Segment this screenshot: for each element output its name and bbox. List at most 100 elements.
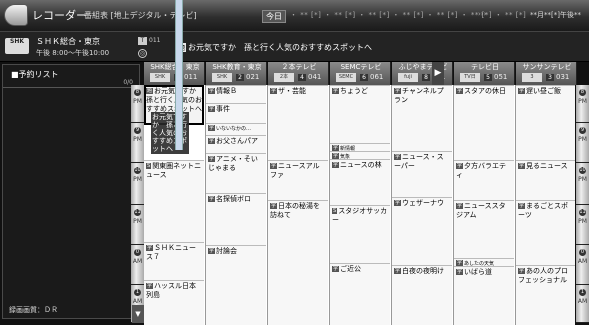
program-tag: 字 [332,88,340,94]
hour-label: 11 PM [576,205,589,245]
program-cell[interactable]: 字いばら道 [454,266,514,325]
channel-header[interactable]: SHK教育・東京 SHK 2 021 [206,62,267,85]
program-tag: 字 [456,163,464,169]
program-tag: 字 [456,269,464,275]
program-tag: S [332,208,338,214]
program-title: いないなかの… [216,126,252,132]
epg-app: { "topbar": { "app_title": "レコーダー", "bre… [0,0,589,325]
recording-quality: 録画画質：ＤＲ [9,306,58,314]
program-cell[interactable]: 字ニューススタジアム [454,200,514,258]
program-cell[interactable]: 字日本の秘湯を訪ねて [268,200,328,325]
recorder-icon [4,4,28,26]
program-cell[interactable]: S スタジオサッカー [330,205,390,263]
date-strip[interactable]: ・ ** [*] ・ ** [*] ・ ** [*] ・ ** [*] ・ **… [290,10,526,20]
program-cell[interactable]: 字気象 [330,151,390,159]
next-days-arrow-icon[interactable]: ››› [478,10,486,18]
hour-number: 9 [579,127,586,134]
program-cell[interactable]: 字スタアの休日 [454,85,514,160]
program-cell[interactable]: 字チャンネルプラン [392,85,452,151]
channel-name: SHK教育・東京 [212,63,262,71]
program-cell[interactable]: 字見るニュース [516,160,575,200]
program-title: 名探偵ボロ [216,195,252,203]
program-cell[interactable]: 字あの人のプロフェッショナル [516,265,575,325]
hour-label: 8 PM [576,85,589,123]
channel-key: 5 [484,74,492,81]
program-cell[interactable]: 字ニュースアルファ [268,160,328,200]
channel-key: 2 [236,74,244,81]
program-cell[interactable]: 字白夜の夜明け [392,265,452,325]
app-title: レコーダー [32,9,87,22]
hour-number: 11 [134,209,141,216]
hour-label: 9 PM [576,123,589,163]
hour-label: 10 PM [131,163,144,205]
program-cell[interactable]: 字討論会 [206,245,266,325]
program-title: ちょうど [340,87,369,95]
program-cell[interactable]: 字ザ・芸能 [268,85,328,160]
hour-number: 11 [579,209,586,216]
info-time-range: 午後 8:00〜午後10:00 [36,49,110,57]
am-pm-label: PM [578,136,587,143]
program-title: 関東圏ネットニュース [146,162,202,179]
program-cell[interactable]: 字ウェザーナウ [392,197,452,265]
channel-logo-icon: 3 [522,73,542,82]
program-tag: 字 [208,106,216,112]
program-cell[interactable]: 字 ＳＨＫニュース７ [144,242,204,280]
channel-name: サンサンテレビ [522,63,572,71]
next-channels-button[interactable]: ▶ [432,62,444,85]
info-channel-name: ＳＨＫ総合・東京 [36,37,100,46]
program-cell[interactable]: S 関東圏ネットニュース [144,160,204,242]
program-title: ニュース・スーパー [394,153,444,170]
program-cell[interactable]: 字夕方バラエティ [454,160,514,200]
program-cell[interactable]: 字まるごとスポーツ [516,200,575,265]
channel-header[interactable]: ２本テレビ 2本 4 041 [268,62,329,85]
channel-logo-icon: TV日 [460,73,480,82]
program-cell[interactable]: 字ニュースの林 [330,159,390,205]
channel-logo-icon: SHK [212,73,232,82]
program-cell[interactable]: 字ちょうど [330,85,390,143]
channel-header[interactable]: テレビ日 TV日 5 051 [454,62,515,85]
divider [3,87,139,88]
program-cell[interactable]: 字あしたの天気 [454,258,514,266]
program-cell[interactable]: 字いないなかの… [206,123,266,135]
channel-header[interactable]: サンサンテレビ 3 3 031 [516,62,577,85]
channel-number-text: 011 [149,37,161,44]
program-title: スタアの休日 [464,87,507,95]
program-cell[interactable]: 字ニュース・スーパー [392,151,452,197]
program-title: あの人のプロフェッショナル [518,267,569,284]
channel-number: 6 061 [360,73,383,81]
program-tag: 字 [208,138,216,144]
hour-number: 0 [134,249,141,256]
hour-label: 9 PM [131,123,144,163]
program-cell[interactable]: 字アニメ・そいじゃまる [206,153,266,193]
program-cell[interactable]: 字情報Ｂ [206,85,266,103]
program-cell[interactable]: 字名探偵ボロ [206,193,266,245]
program-title: ニューススタジアム [456,202,506,219]
program-cell[interactable]: 字新情報 [330,143,390,151]
program-title: ハッスル日本列島 [146,282,197,299]
record-mark-icon: ◎ [138,49,147,58]
channel-logo-icon: SHK [5,38,29,54]
program-cell[interactable]: 字ハッスル日本列島 [144,280,204,325]
program-cell[interactable]: 字事件 [206,103,266,123]
hour-number: 10 [579,167,586,174]
program-title-text: お元気ですか 孫と行く人気のおすすめスポットへ [188,43,373,52]
info-channel-number: T 011 [138,37,160,45]
program-title: いばら道 [464,268,493,276]
program-title: 白夜の夜明け [402,267,445,275]
program-cell[interactable]: 字ご近公 [330,263,390,325]
am-pm-label: PM [133,98,142,105]
program-cell[interactable]: 字お父さんパア [206,135,266,153]
hour-label: 11 PM [131,205,144,245]
hour-number: 8 [579,89,586,96]
channel-key: 6 [360,74,368,81]
channel-logo-icon: SEMC [336,73,356,82]
program-cell[interactable]: 題お元気ですか 孫と行く人気のおすすめスポットへ [144,85,204,125]
today-tab[interactable]: 今日 [262,10,286,23]
hour-number: 9 [134,127,141,134]
scroll-down-button[interactable]: ▼ [132,305,144,323]
program-tag: 字 [270,203,278,209]
program-tag: S [146,163,152,169]
program-cell[interactable]: 字遅い昼ご飯 [516,85,575,160]
channel-header[interactable]: SEMCテレビ SEMC 6 061 [330,62,391,85]
program-title: チャンネルプラン [394,87,444,104]
